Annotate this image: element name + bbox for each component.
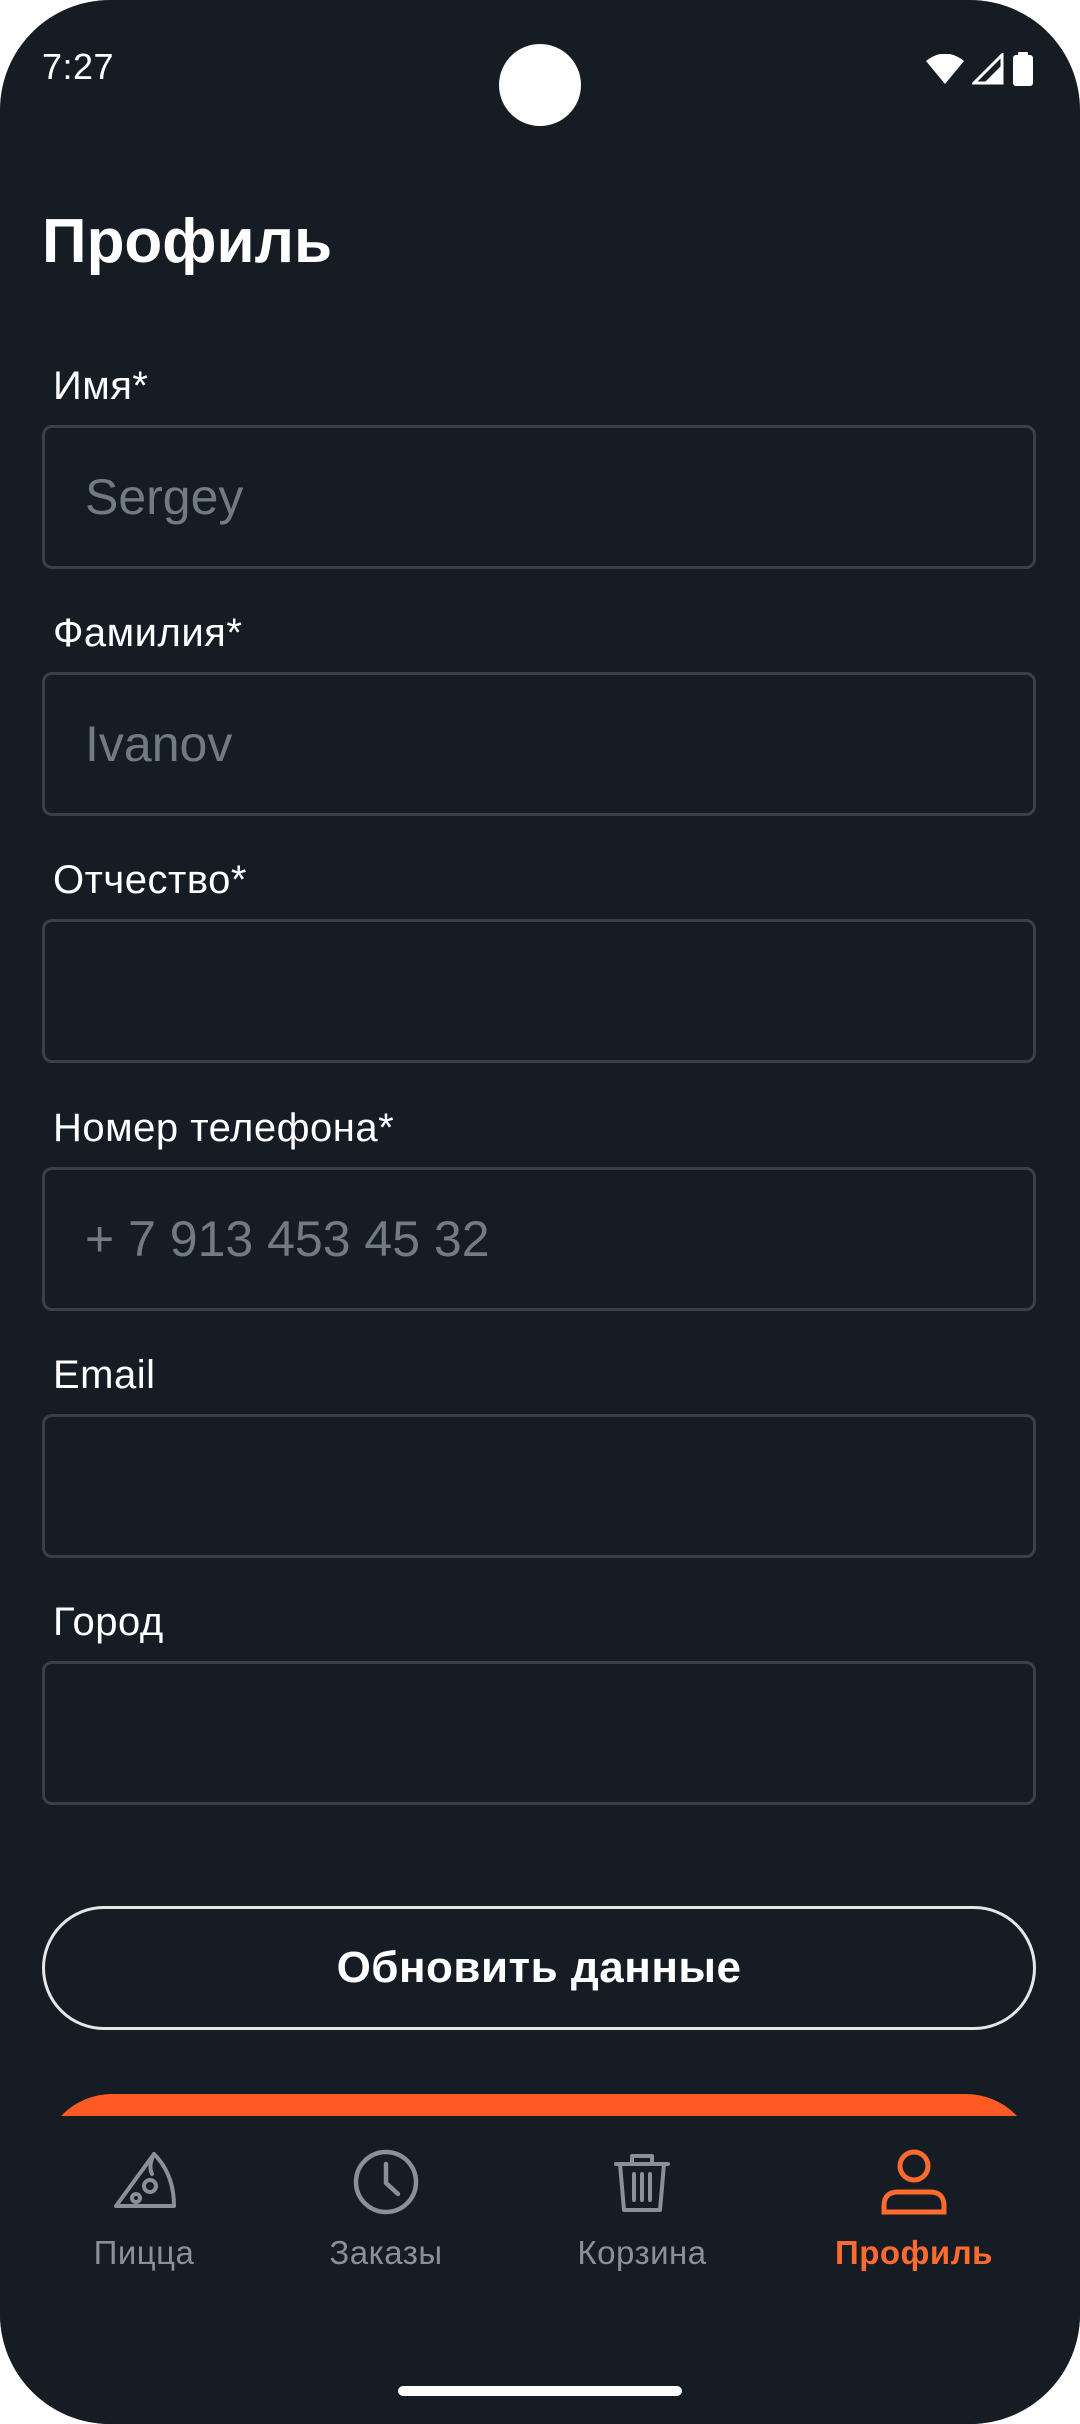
patronymic-input[interactable] <box>42 919 1036 1063</box>
nav-item-pizza[interactable]: Пицца <box>34 2146 254 2272</box>
city-label: Город <box>53 1600 164 1644</box>
first-name-input[interactable] <box>42 425 1036 569</box>
bottom-nav: Пицца Заказы Корзина Профиль <box>0 2116 1080 2424</box>
status-time: 7:27 <box>42 46 115 87</box>
update-data-button[interactable]: Обновить данные <box>42 1906 1036 2030</box>
city-input[interactable] <box>42 1661 1036 1805</box>
nav-label-profile: Профиль <box>835 2234 993 2271</box>
nav-label-cart: Корзина <box>577 2234 707 2271</box>
phone-input[interactable] <box>42 1167 1036 1311</box>
home-indicator[interactable] <box>398 2386 682 2396</box>
page-title: Профиль <box>42 207 333 276</box>
email-input[interactable] <box>42 1414 1036 1558</box>
clock-icon <box>350 2146 422 2218</box>
battery-icon <box>1012 52 1034 86</box>
nav-label-orders: Заказы <box>329 2234 443 2271</box>
trash-basket-icon <box>606 2146 678 2218</box>
nav-item-orders[interactable]: Заказы <box>276 2146 496 2272</box>
signal-icon <box>972 53 1004 85</box>
first-name-label: Имя* <box>53 364 149 408</box>
phone-label: Номер телефона* <box>53 1106 395 1150</box>
patronymic-label: Отчество* <box>53 858 247 902</box>
last-name-label: Фамилия* <box>53 611 243 655</box>
nav-item-profile[interactable]: Профиль <box>804 2146 1024 2272</box>
status-icons <box>926 52 1034 86</box>
nav-item-cart[interactable]: Корзина <box>532 2146 752 2272</box>
email-label: Email <box>53 1353 156 1397</box>
wifi-icon <box>926 54 964 84</box>
last-name-input[interactable] <box>42 672 1036 816</box>
pizza-icon <box>108 2146 180 2218</box>
camera-cutout <box>499 44 581 126</box>
nav-label-pizza: Пицца <box>93 2234 195 2271</box>
user-icon <box>878 2146 950 2218</box>
phone-screen: 7:27 Профиль Имя* Фамилия* Отчество* <box>0 0 1080 2424</box>
